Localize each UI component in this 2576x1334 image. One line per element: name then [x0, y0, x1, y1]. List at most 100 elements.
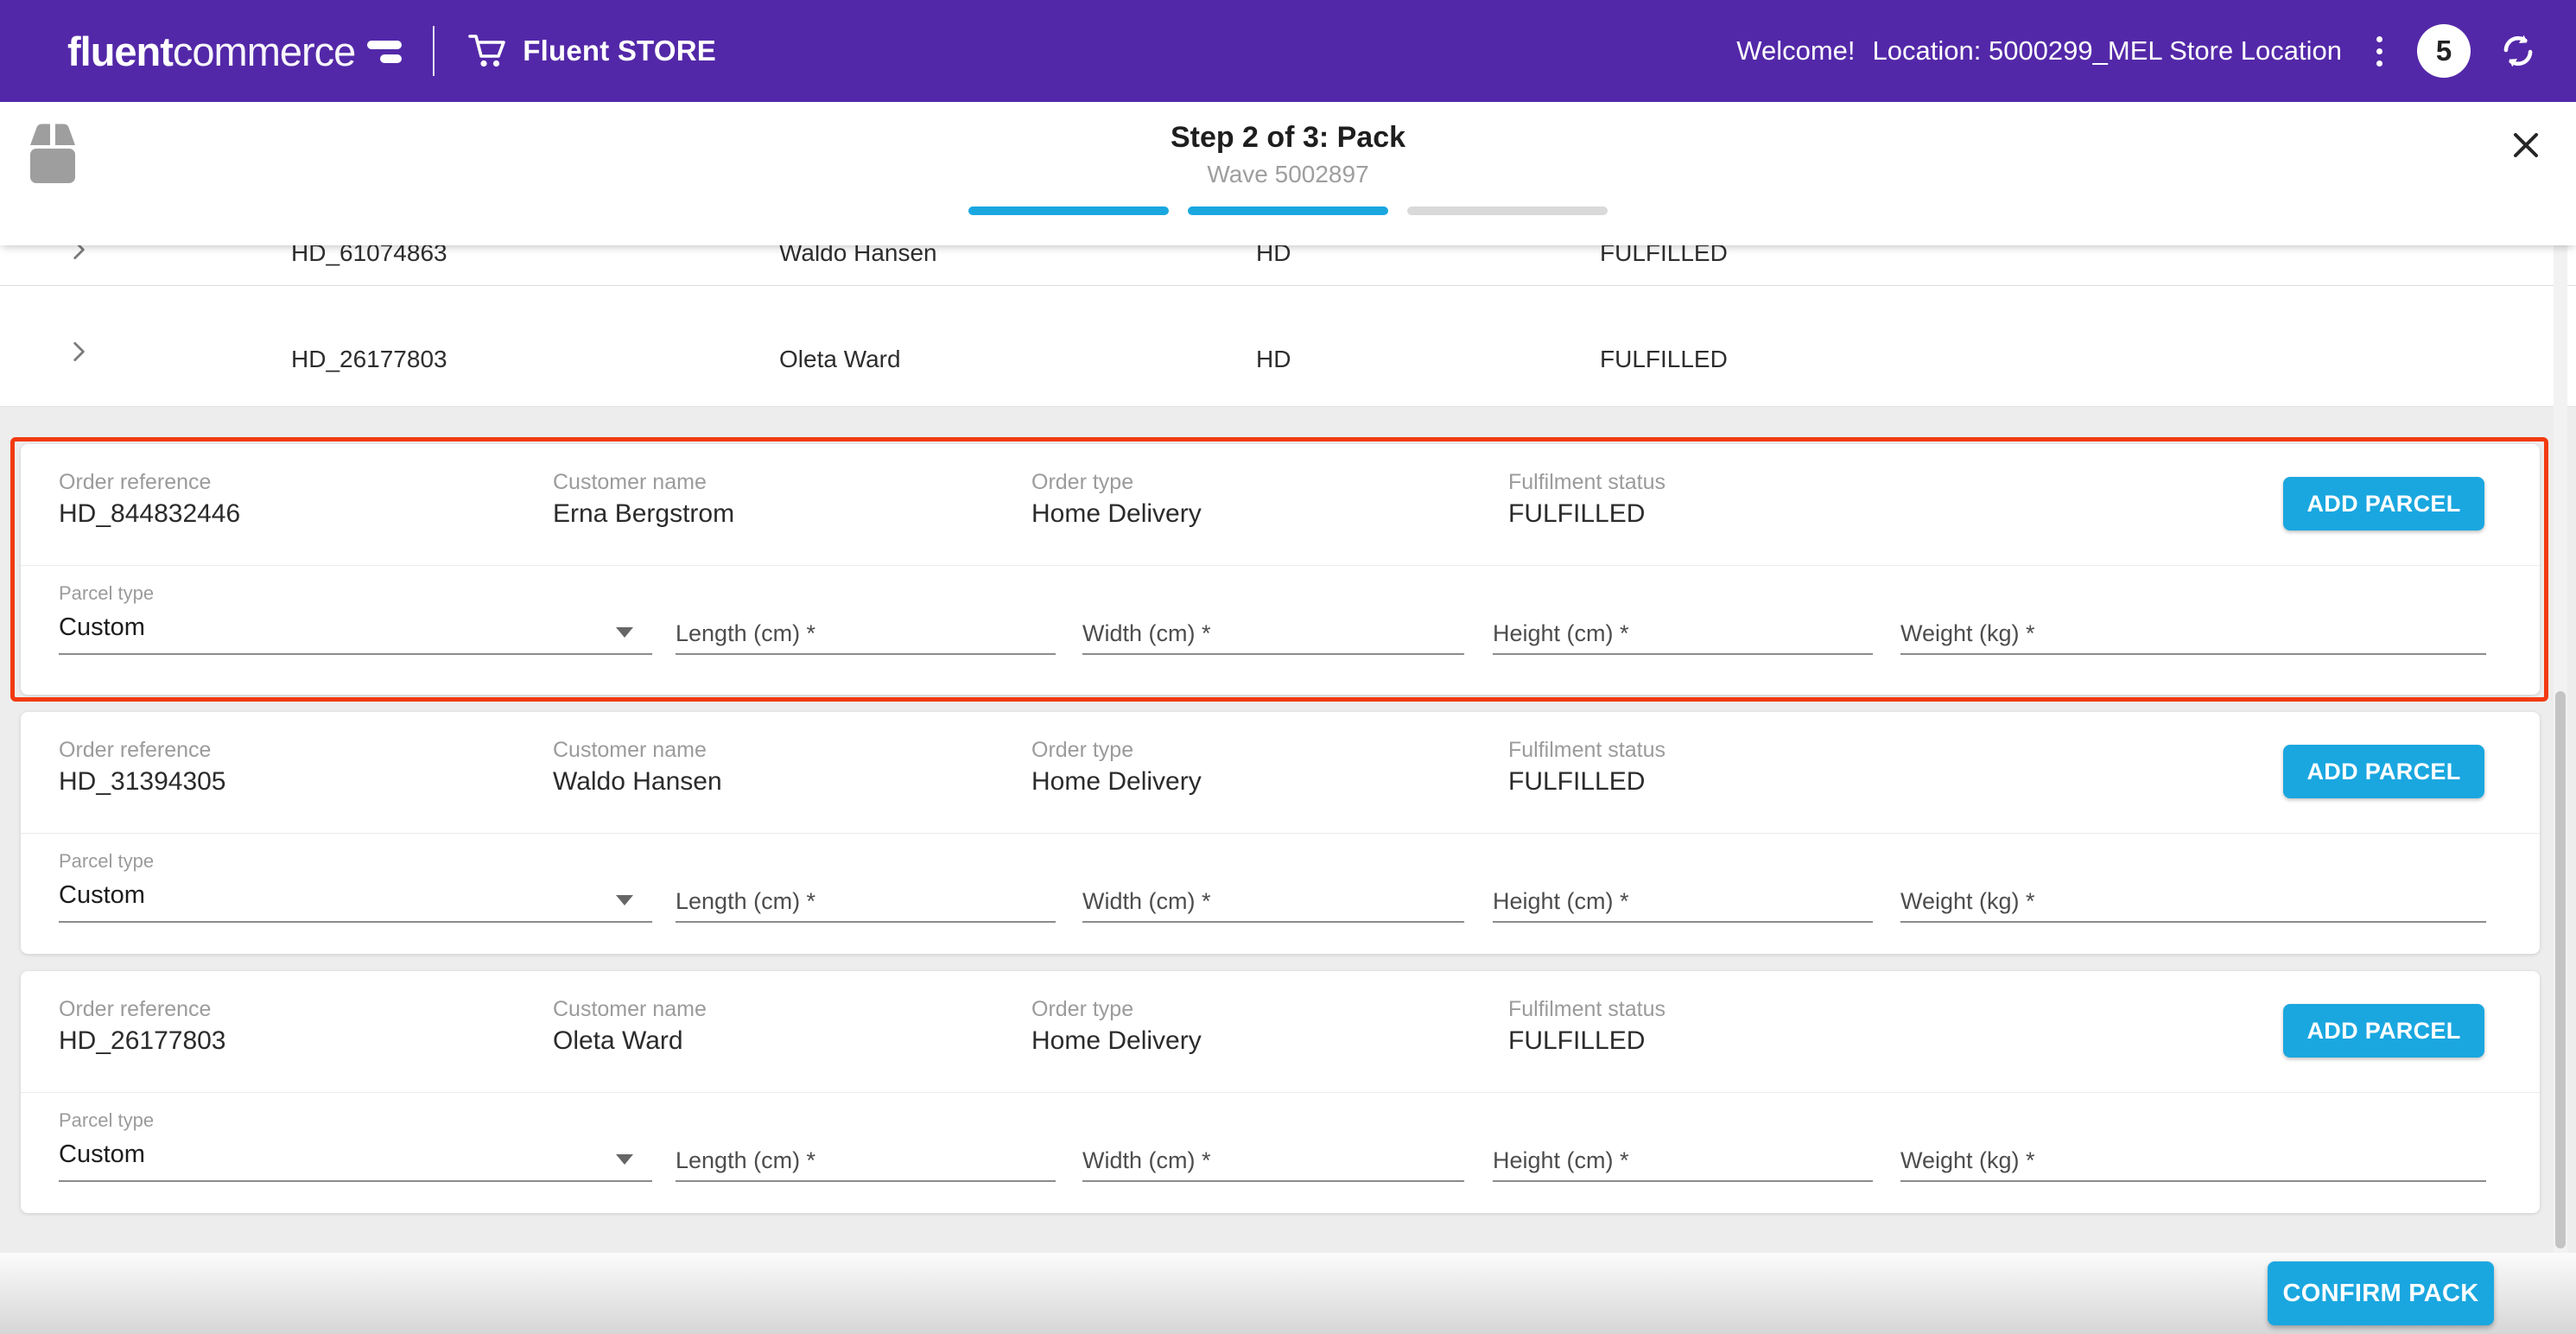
row-customer-name: Oleta Ward: [779, 346, 901, 373]
parcel-type-select[interactable]: Custom: [59, 1140, 652, 1182]
logo-text-bold: fluent: [67, 28, 173, 75]
wizard-step-title: Step 2 of 3: Pack: [0, 121, 2576, 155]
pack-screen: fluentcommerce Fluent STORE Welcome! Loc…: [0, 0, 2576, 1334]
logo-text-light: commerce: [173, 28, 355, 75]
width-field[interactable]: [1082, 881, 1464, 921]
parcel-type-value: Custom: [59, 613, 145, 641]
table-row[interactable]: HD_26177803 Oleta Ward HD FULFILLED: [0, 285, 2576, 406]
fulfilment-status-value: FULFILLED: [1508, 767, 1645, 797]
wizard-header: Step 2 of 3: Pack Wave 5002897: [0, 102, 2576, 245]
welcome-location-text: Welcome! Location: 5000299_MEL Store Loc…: [1736, 35, 2342, 67]
width-input[interactable]: [1082, 1140, 1464, 1182]
dropdown-arrow-icon: [616, 895, 633, 905]
parcel-type-value: Custom: [59, 881, 145, 909]
app-name: Fluent STORE: [523, 35, 716, 67]
fluentcommerce-logo: fluentcommerce: [67, 28, 403, 75]
height-field[interactable]: [1493, 613, 1873, 653]
length-field[interactable]: [676, 881, 1056, 921]
customer-name-value: Waldo Hansen: [553, 767, 722, 797]
fulfilment-status-label: Fulfilment status: [1508, 997, 1666, 1022]
dropdown-arrow-icon: [616, 1154, 633, 1165]
notification-count-badge[interactable]: 5: [2417, 24, 2471, 78]
overflow-menu-button[interactable]: [2368, 31, 2391, 72]
fulfilment-status-value: FULFILLED: [1508, 1026, 1645, 1056]
dropdown-arrow-icon: [616, 627, 633, 638]
order-type-label: Order type: [1031, 738, 1133, 763]
height-input[interactable]: [1493, 1140, 1873, 1182]
refresh-icon: [2497, 29, 2540, 73]
card-divider: [21, 1092, 2540, 1093]
height-field[interactable]: [1493, 881, 1873, 921]
weight-input[interactable]: [1900, 613, 2486, 655]
wizard-wave-subtitle: Wave 5002897: [0, 161, 2576, 188]
parcel-type-select[interactable]: Custom: [59, 613, 652, 655]
app-bar: fluentcommerce Fluent STORE Welcome! Loc…: [0, 0, 2576, 102]
order-reference-label: Order reference: [59, 470, 211, 495]
fluent-logo-mark-icon: [364, 32, 403, 70]
progress-segment-1-done: [968, 206, 1169, 215]
add-parcel-button[interactable]: ADD PARCEL: [2283, 477, 2484, 530]
row-order-reference: HD_26177803: [291, 346, 447, 373]
weight-field[interactable]: [1900, 1140, 2486, 1180]
height-input[interactable]: [1493, 881, 1873, 923]
length-input[interactable]: [676, 881, 1056, 923]
customer-name-label: Customer name: [553, 738, 707, 763]
weight-field[interactable]: [1900, 613, 2486, 653]
order-reference-value: HD_844832446: [59, 499, 240, 529]
fulfilment-status-label: Fulfilment status: [1508, 470, 1666, 495]
progress-segment-2-done: [1188, 206, 1388, 215]
width-input[interactable]: [1082, 613, 1464, 655]
wizard-progress-bar: [0, 206, 2576, 215]
row-fulfilment-status: FULFILLED: [1600, 346, 1728, 373]
appbar-divider: [433, 26, 435, 76]
welcome-text: Welcome!: [1736, 35, 1855, 67]
width-input[interactable]: [1082, 881, 1464, 923]
order-type-value: Home Delivery: [1031, 767, 1202, 797]
height-input[interactable]: [1493, 613, 1873, 655]
parcel-type-label: Parcel type: [59, 1109, 154, 1132]
cart-icon: [467, 33, 507, 69]
customer-name-value: Oleta Ward: [553, 1026, 683, 1056]
order-type-value: Home Delivery: [1031, 1026, 1202, 1056]
weight-field[interactable]: [1900, 881, 2486, 921]
confirm-pack-button[interactable]: CONFIRM PACK: [2268, 1261, 2494, 1325]
progress-segment-3-remaining: [1407, 206, 1608, 215]
order-type-value: Home Delivery: [1031, 499, 1202, 529]
row-order-type: HD: [1256, 346, 1291, 373]
fulfilment-status-label: Fulfilment status: [1508, 738, 1666, 763]
pack-card: Order reference HD_844832446 Customer na…: [21, 444, 2540, 695]
height-field[interactable]: [1493, 1140, 1873, 1180]
parcel-type-label: Parcel type: [59, 850, 154, 873]
card-divider: [21, 565, 2540, 566]
width-field[interactable]: [1082, 613, 1464, 653]
add-parcel-button[interactable]: ADD PARCEL: [2283, 745, 2484, 798]
card-divider: [21, 833, 2540, 834]
parcel-type-value: Custom: [59, 1140, 145, 1168]
add-parcel-button[interactable]: ADD PARCEL: [2283, 1004, 2484, 1058]
refresh-button[interactable]: [2497, 29, 2540, 73]
width-field[interactable]: [1082, 1140, 1464, 1180]
expand-chevron-icon[interactable]: [66, 339, 92, 365]
scrollbar-thumb[interactable]: [2555, 691, 2566, 1248]
pack-card: Order reference HD_31394305 Customer nam…: [21, 712, 2540, 954]
order-type-label: Order type: [1031, 470, 1133, 495]
length-input[interactable]: [676, 1140, 1056, 1182]
order-reference-value: HD_26177803: [59, 1026, 226, 1056]
customer-name-value: Erna Bergstrom: [553, 499, 734, 529]
weight-input[interactable]: [1900, 1140, 2486, 1182]
parcel-type-select[interactable]: Custom: [59, 881, 652, 923]
order-type-label: Order type: [1031, 997, 1133, 1022]
length-field[interactable]: [676, 613, 1056, 653]
location-text: Location: 5000299_MEL Store Location: [1873, 35, 2342, 67]
weight-input[interactable]: [1900, 881, 2486, 923]
parcel-type-label: Parcel type: [59, 582, 154, 605]
order-reference-label: Order reference: [59, 997, 211, 1022]
store-app-title: Fluent STORE: [467, 33, 716, 69]
close-icon[interactable]: [2507, 126, 2545, 164]
length-field[interactable]: [676, 1140, 1056, 1180]
pack-card: Order reference HD_26177803 Customer nam…: [21, 971, 2540, 1213]
order-reference-label: Order reference: [59, 738, 211, 763]
footer-bar: CONFIRM PACK: [0, 1253, 2576, 1334]
length-input[interactable]: [676, 613, 1056, 655]
customer-name-label: Customer name: [553, 470, 707, 495]
